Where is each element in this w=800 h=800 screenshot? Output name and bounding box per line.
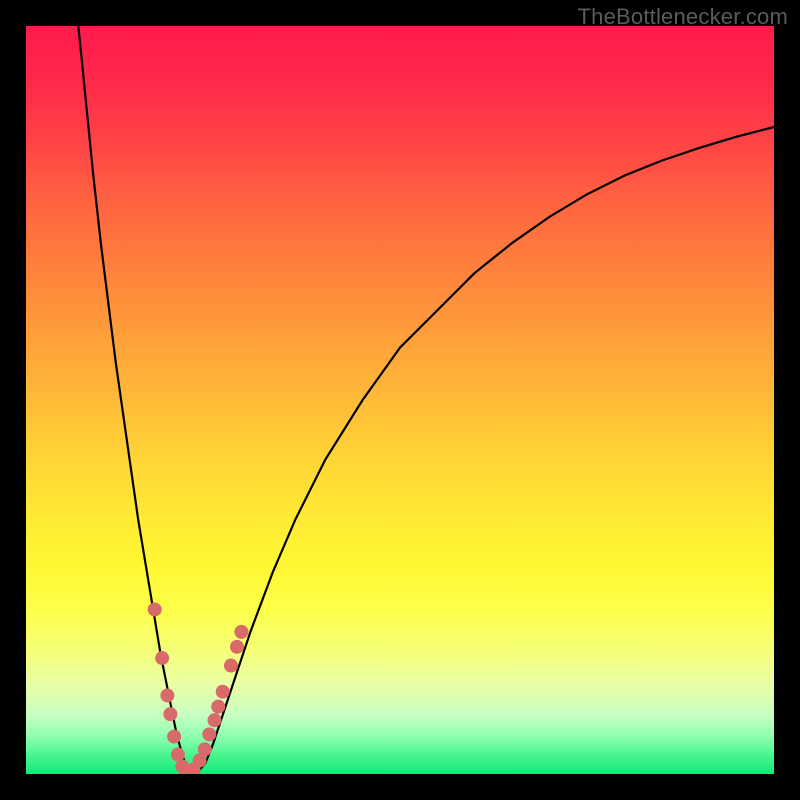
data-point xyxy=(163,707,177,721)
data-point xyxy=(198,742,212,756)
data-point xyxy=(224,659,238,673)
data-point xyxy=(216,685,230,699)
data-point xyxy=(167,730,181,744)
data-point xyxy=(211,700,225,714)
data-point xyxy=(234,625,248,639)
plot-area xyxy=(26,26,774,774)
chart-frame: TheBottlenecker.com xyxy=(0,0,800,800)
data-point xyxy=(155,651,169,665)
data-point xyxy=(160,688,174,702)
data-point xyxy=(208,713,222,727)
watermark-text: TheBottlenecker.com xyxy=(578,4,788,30)
data-markers xyxy=(148,602,249,774)
bottleneck-plot xyxy=(26,26,774,774)
data-point xyxy=(230,640,244,654)
data-point xyxy=(148,602,162,616)
data-point xyxy=(202,727,216,741)
bottleneck-curve xyxy=(78,26,774,772)
data-point xyxy=(171,748,185,762)
